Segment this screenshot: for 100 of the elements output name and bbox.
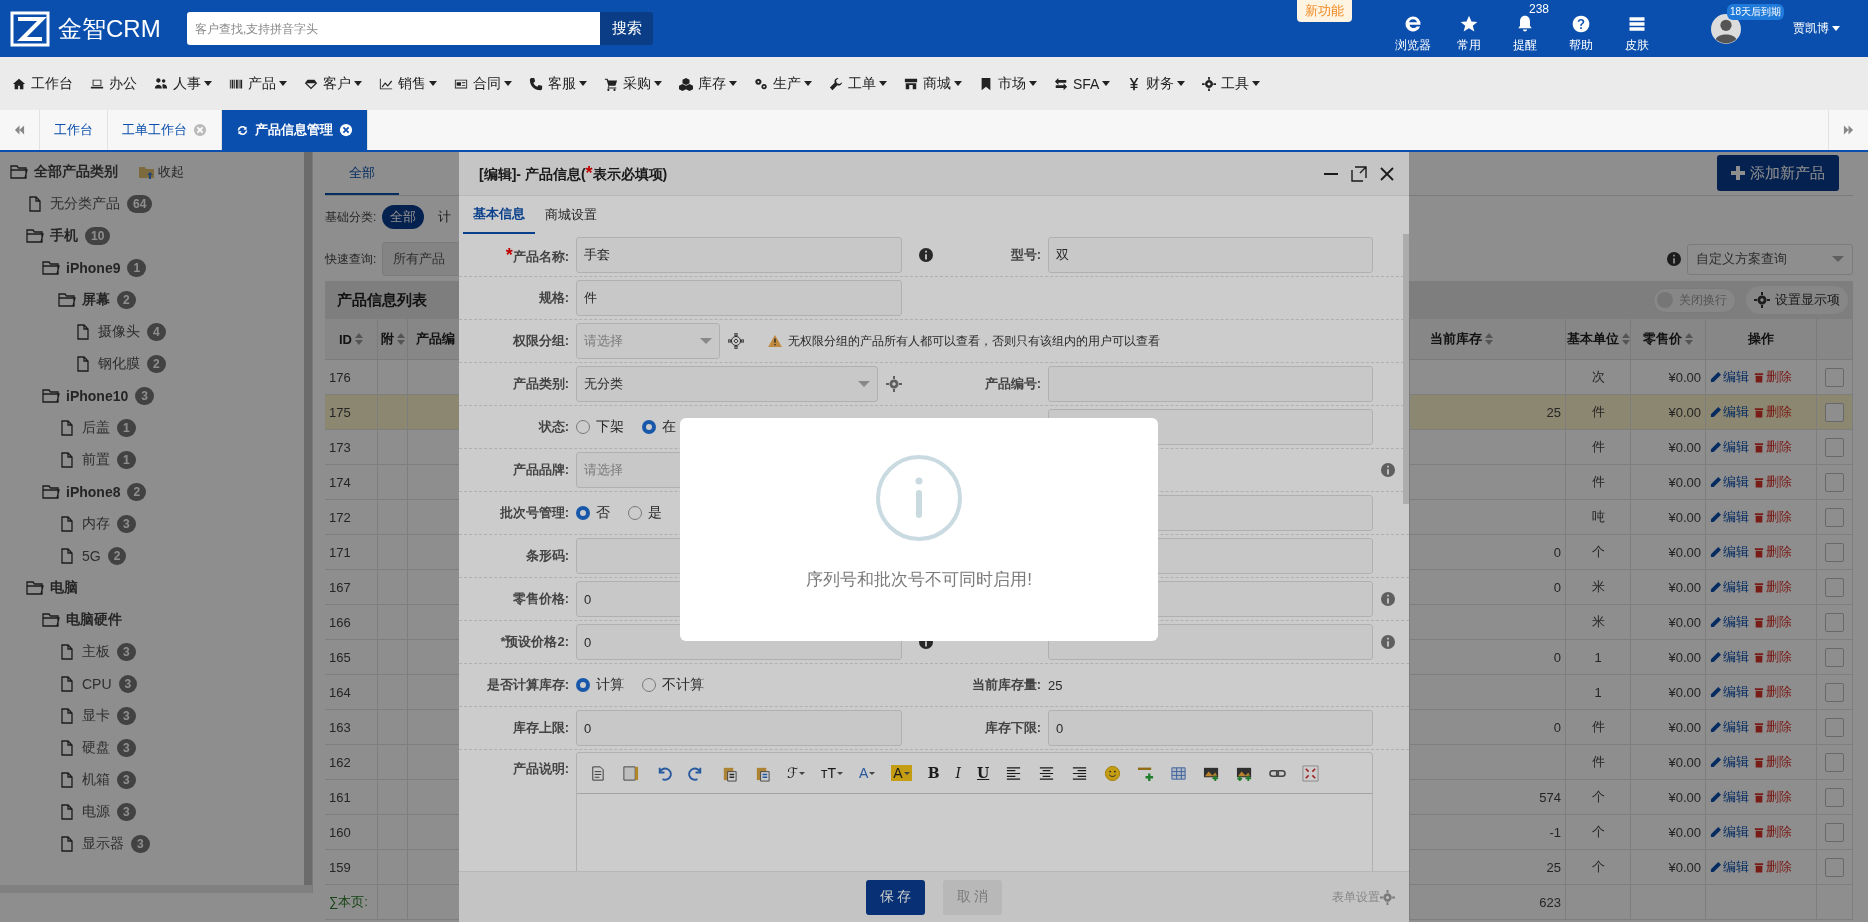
- trash-icon[interactable]: [1754, 826, 1764, 838]
- radio-option[interactable]: 下架: [576, 418, 624, 436]
- scheme-select[interactable]: 自定义方案查询: [1687, 243, 1853, 275]
- tree-item-label[interactable]: iPhone9: [66, 260, 121, 276]
- collapse-button[interactable]: 收起: [138, 163, 184, 181]
- nav-menu-item[interactable]: 工单: [829, 74, 887, 93]
- row-checkbox[interactable]: [1825, 577, 1844, 597]
- edit-link[interactable]: 编辑: [1710, 823, 1749, 841]
- input-field[interactable]: 件: [576, 280, 902, 316]
- scrollbar[interactable]: [0, 885, 312, 893]
- trash-icon[interactable]: [1754, 406, 1764, 418]
- delete-link[interactable]: 删除: [1754, 508, 1792, 526]
- select-field[interactable]: 请选择: [576, 323, 720, 359]
- caret-icon[interactable]: [879, 81, 887, 86]
- gears-icon[interactable]: [754, 76, 768, 91]
- pencil-icon[interactable]: [1710, 476, 1721, 488]
- category-tab[interactable]: 全部: [325, 152, 399, 195]
- caret-icon[interactable]: [1252, 81, 1261, 86]
- radio-option[interactable]: 在: [642, 418, 676, 436]
- pencil-icon[interactable]: [1710, 826, 1721, 838]
- toolbar-button[interactable]: тT: [821, 765, 843, 781]
- row-checkbox[interactable]: [1825, 787, 1844, 807]
- tree-item-label[interactable]: 后盖: [82, 419, 110, 437]
- nav-menu-item[interactable]: 商城: [904, 74, 962, 93]
- delete-link[interactable]: 删除: [1754, 753, 1792, 771]
- double-chevron-right-icon[interactable]: [1843, 124, 1854, 135]
- edit-link[interactable]: 编辑: [1710, 368, 1749, 386]
- nav-menu-item[interactable]: 财务: [1127, 74, 1186, 93]
- radio-option[interactable]: 否: [576, 504, 610, 522]
- row-checkbox[interactable]: [1825, 507, 1844, 527]
- edit-link[interactable]: 编辑: [1710, 718, 1749, 736]
- tree-item-label[interactable]: 电脑: [50, 579, 78, 597]
- nav-menu-item[interactable]: 产品: [229, 74, 287, 93]
- info-icon[interactable]: [919, 248, 933, 262]
- caret-icon[interactable]: [579, 81, 587, 86]
- caret-icon[interactable]: [654, 81, 662, 86]
- tree-item-label[interactable]: 电源: [82, 803, 110, 821]
- input-field[interactable]: 0: [576, 710, 902, 746]
- tree-item-label[interactable]: 电脑硬件: [66, 611, 122, 629]
- pencil-icon[interactable]: [1710, 371, 1721, 383]
- pencil-icon[interactable]: [1710, 651, 1721, 663]
- dialog-tab[interactable]: 商城设置: [535, 196, 607, 234]
- delete-link[interactable]: 删除: [1754, 648, 1792, 666]
- scrollbar[interactable]: [1403, 234, 1409, 504]
- tree-item-label[interactable]: 显示器: [82, 835, 124, 853]
- row-checkbox[interactable]: [1825, 822, 1844, 842]
- delete-link[interactable]: 删除: [1754, 718, 1792, 736]
- trash-icon[interactable]: [1754, 511, 1764, 523]
- toolbar-button[interactable]: B: [927, 765, 940, 781]
- caret-icon[interactable]: [279, 81, 287, 86]
- align-center-icon[interactable]: [1038, 764, 1056, 782]
- tree-item-label[interactable]: iPhone8: [66, 484, 121, 500]
- gear-icon[interactable]: [728, 333, 744, 349]
- cubes-icon[interactable]: [679, 76, 693, 91]
- nav-menu-item[interactable]: 采购: [604, 74, 662, 93]
- tree-item-label[interactable]: 钢化膜: [98, 355, 140, 373]
- document-icon[interactable]: [589, 764, 606, 782]
- pencil-icon[interactable]: [1710, 686, 1721, 698]
- nav-menu-item[interactable]: 工作台: [12, 74, 73, 93]
- toolbar-button[interactable]: I: [955, 765, 962, 781]
- row-checkbox[interactable]: [1825, 752, 1844, 772]
- search-field[interactable]: 客户查找,支持拼音字头: [187, 12, 600, 45]
- caret-icon[interactable]: [1029, 81, 1037, 86]
- input-field[interactable]: [1048, 366, 1373, 402]
- row-checkbox[interactable]: [1825, 682, 1844, 702]
- tree-item-label[interactable]: 内存: [82, 515, 110, 533]
- trash-icon[interactable]: [1754, 616, 1764, 628]
- edit-link[interactable]: 编辑: [1710, 543, 1749, 561]
- delete-link[interactable]: 删除: [1754, 858, 1792, 876]
- row-checkbox[interactable]: [1825, 857, 1844, 877]
- double-chevron-left-icon[interactable]: [14, 124, 25, 135]
- tree-item-label[interactable]: 前置: [82, 451, 110, 469]
- smiley-icon[interactable]: [1104, 764, 1122, 782]
- pencil-icon[interactable]: [1710, 791, 1721, 803]
- caret-icon[interactable]: [799, 771, 805, 775]
- delete-link[interactable]: 删除: [1754, 683, 1792, 701]
- trash-icon[interactable]: [1754, 651, 1764, 663]
- trash-icon[interactable]: [1754, 581, 1764, 593]
- people-icon[interactable]: [154, 76, 168, 91]
- nav-menu-item[interactable]: 合同: [454, 74, 512, 93]
- edit-link[interactable]: 编辑: [1710, 403, 1749, 421]
- tree-item-label[interactable]: 屏幕: [82, 291, 110, 309]
- trash-icon[interactable]: [1754, 791, 1764, 803]
- gear-icon[interactable]: [1202, 76, 1217, 91]
- toolbar-button[interactable]: ℱ: [787, 765, 805, 781]
- nav-menu-item[interactable]: SFA: [1054, 75, 1111, 92]
- delete-link[interactable]: 删除: [1754, 368, 1792, 386]
- close-icon[interactable]: [339, 123, 353, 137]
- search-button[interactable]: 搜索: [600, 12, 653, 45]
- cart-icon[interactable]: [604, 76, 618, 91]
- delete-link[interactable]: 删除: [1754, 823, 1792, 841]
- nav-menu-item[interactable]: 生产: [754, 74, 812, 93]
- row-checkbox[interactable]: [1825, 647, 1844, 667]
- row-checkbox[interactable]: [1825, 437, 1844, 457]
- save-button[interactable]: 保 存: [866, 879, 925, 915]
- nav-menu-item[interactable]: 库存: [679, 74, 737, 93]
- pencil-icon[interactable]: [1710, 581, 1721, 593]
- toolbar-button[interactable]: A: [859, 765, 876, 781]
- edit-link[interactable]: 编辑: [1710, 858, 1749, 876]
- nav-menu-item[interactable]: 市场: [979, 74, 1037, 93]
